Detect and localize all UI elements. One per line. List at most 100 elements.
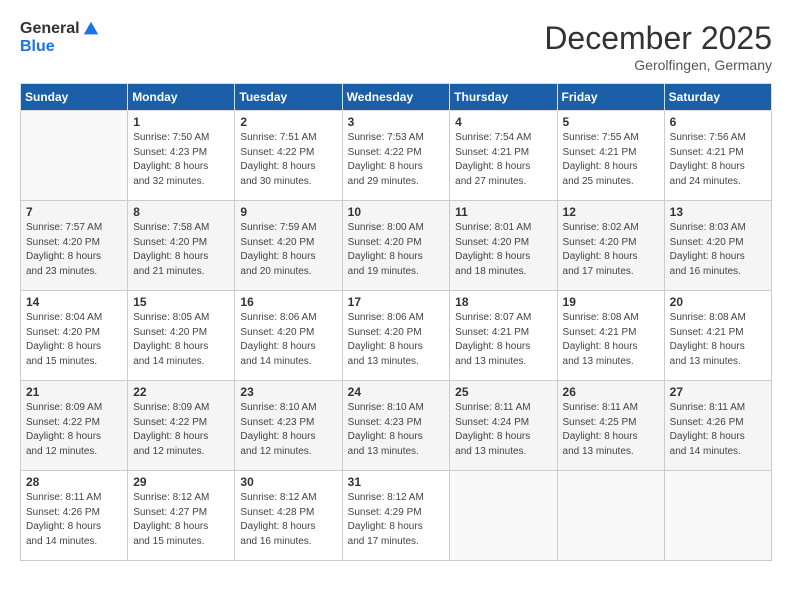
day-header-monday: Monday: [128, 84, 235, 111]
day-cell: 3 Sunrise: 7:53 AMSunset: 4:22 PMDaylight…: [342, 111, 450, 201]
day-detail: Sunrise: 8:10 AMSunset: 4:23 PMDaylight:…: [240, 401, 336, 459]
day-detail: Sunrise: 8:05 AMSunset: 4:20 PMDaylight:…: [133, 311, 229, 369]
day-number: 25: [455, 385, 551, 399]
day-detail: Sunrise: 8:12 AMSunset: 4:29 PMDaylight:…: [348, 491, 445, 549]
day-cell: 15 Sunrise: 8:05 AMSunset: 4:20 PMDayligh…: [128, 291, 235, 381]
day-number: 31: [348, 475, 445, 489]
day-number: 1: [133, 115, 229, 129]
week-row-2: 7 Sunrise: 7:57 AMSunset: 4:20 PMDaylight…: [21, 201, 772, 291]
day-detail: Sunrise: 8:11 AMSunset: 4:25 PMDaylight:…: [563, 401, 659, 459]
day-detail: Sunrise: 7:59 AMSunset: 4:20 PMDaylight:…: [240, 221, 336, 279]
day-number: 9: [240, 205, 336, 219]
day-detail: Sunrise: 7:54 AMSunset: 4:21 PMDaylight:…: [455, 131, 551, 189]
day-detail: Sunrise: 8:04 AMSunset: 4:20 PMDaylight:…: [26, 311, 122, 369]
day-detail: Sunrise: 8:09 AMSunset: 4:22 PMDaylight:…: [26, 401, 122, 459]
day-cell: 8 Sunrise: 7:58 AMSunset: 4:20 PMDaylight…: [128, 201, 235, 291]
day-header-friday: Friday: [557, 84, 664, 111]
day-detail: Sunrise: 8:03 AMSunset: 4:20 PMDaylight:…: [670, 221, 766, 279]
day-cell: 18 Sunrise: 8:07 AMSunset: 4:21 PMDayligh…: [450, 291, 557, 381]
day-number: 24: [348, 385, 445, 399]
day-cell: 1 Sunrise: 7:50 AMSunset: 4:23 PMDaylight…: [128, 111, 235, 201]
logo-blue: Blue: [20, 38, 100, 56]
day-cell: [21, 111, 128, 201]
day-number: 19: [563, 295, 659, 309]
day-cell: 2 Sunrise: 7:51 AMSunset: 4:22 PMDaylight…: [235, 111, 342, 201]
day-cell: 12 Sunrise: 8:02 AMSunset: 4:20 PMDayligh…: [557, 201, 664, 291]
day-number: 10: [348, 205, 445, 219]
day-cell: 28Sunrise: 8:11 AMSunset: 4:26 PMDayligh…: [21, 471, 128, 561]
day-cell: 26Sunrise: 8:11 AMSunset: 4:25 PMDayligh…: [557, 381, 664, 471]
header-row: SundayMondayTuesdayWednesdayThursdayFrid…: [21, 84, 772, 111]
day-cell: 10Sunrise: 8:00 AMSunset: 4:20 PMDayligh…: [342, 201, 450, 291]
day-detail: Sunrise: 8:06 AMSunset: 4:20 PMDaylight:…: [240, 311, 336, 369]
day-number: 15: [133, 295, 229, 309]
title-area: December 2025 Gerolfingen, Germany: [544, 20, 772, 73]
day-detail: Sunrise: 8:11 AMSunset: 4:24 PMDaylight:…: [455, 401, 551, 459]
day-number: 23: [240, 385, 336, 399]
day-cell: 9 Sunrise: 7:59 AMSunset: 4:20 PMDaylight…: [235, 201, 342, 291]
day-cell: 21Sunrise: 8:09 AMSunset: 4:22 PMDayligh…: [21, 381, 128, 471]
logo: General Blue: [20, 20, 100, 56]
day-number: 7: [26, 205, 122, 219]
day-number: 18: [455, 295, 551, 309]
day-detail: Sunrise: 7:57 AMSunset: 4:20 PMDaylight:…: [26, 221, 122, 279]
day-cell: 14 Sunrise: 8:04 AMSunset: 4:20 PMDayligh…: [21, 291, 128, 381]
day-number: 29: [133, 475, 229, 489]
day-detail: Sunrise: 8:09 AMSunset: 4:22 PMDaylight:…: [133, 401, 229, 459]
day-cell: 27 Sunrise: 8:11 AMSunset: 4:26 PMDayligh…: [664, 381, 771, 471]
week-row-3: 14 Sunrise: 8:04 AMSunset: 4:20 PMDayligh…: [21, 291, 772, 381]
day-number: 12: [563, 205, 659, 219]
day-detail: Sunrise: 8:08 AMSunset: 4:21 PMDaylight:…: [563, 311, 659, 369]
day-header-wednesday: Wednesday: [342, 84, 450, 111]
day-header-tuesday: Tuesday: [235, 84, 342, 111]
logo-general: General: [20, 20, 80, 38]
day-cell: 7 Sunrise: 7:57 AMSunset: 4:20 PMDaylight…: [21, 201, 128, 291]
day-detail: Sunrise: 8:01 AMSunset: 4:20 PMDaylight:…: [455, 221, 551, 279]
day-detail: Sunrise: 8:11 AMSunset: 4:26 PMDaylight:…: [670, 401, 766, 459]
day-detail: Sunrise: 7:51 AMSunset: 4:22 PMDaylight:…: [240, 131, 336, 189]
day-cell: 25 Sunrise: 8:11 AMSunset: 4:24 PMDayligh…: [450, 381, 557, 471]
day-number: 6: [670, 115, 766, 129]
day-cell: 31 Sunrise: 8:12 AMSunset: 4:29 PMDayligh…: [342, 471, 450, 561]
day-cell: 11Sunrise: 8:01 AMSunset: 4:20 PMDayligh…: [450, 201, 557, 291]
day-cell: [664, 471, 771, 561]
day-detail: Sunrise: 8:08 AMSunset: 4:21 PMDaylight:…: [670, 311, 766, 369]
day-cell: 5Sunrise: 7:55 AMSunset: 4:21 PMDaylight…: [557, 111, 664, 201]
day-header-saturday: Saturday: [664, 84, 771, 111]
day-number: 17: [348, 295, 445, 309]
day-detail: Sunrise: 7:55 AMSunset: 4:21 PMDaylight:…: [563, 131, 659, 189]
day-number: 16: [240, 295, 336, 309]
day-number: 14: [26, 295, 122, 309]
day-number: 28: [26, 475, 122, 489]
day-number: 4: [455, 115, 551, 129]
day-detail: Sunrise: 8:12 AMSunset: 4:28 PMDaylight:…: [240, 491, 336, 549]
day-cell: 16 Sunrise: 8:06 AMSunset: 4:20 PMDayligh…: [235, 291, 342, 381]
day-number: 2: [240, 115, 336, 129]
calendar-title: December 2025: [544, 20, 772, 57]
day-detail: Sunrise: 8:06 AMSunset: 4:20 PMDaylight:…: [348, 311, 445, 369]
day-cell: 23 Sunrise: 8:10 AMSunset: 4:23 PMDayligh…: [235, 381, 342, 471]
day-cell: 13Sunrise: 8:03 AMSunset: 4:20 PMDayligh…: [664, 201, 771, 291]
day-cell: [557, 471, 664, 561]
day-header-sunday: Sunday: [21, 84, 128, 111]
day-detail: Sunrise: 7:58 AMSunset: 4:20 PMDaylight:…: [133, 221, 229, 279]
day-number: 30: [240, 475, 336, 489]
day-detail: Sunrise: 8:02 AMSunset: 4:20 PMDaylight:…: [563, 221, 659, 279]
day-number: 3: [348, 115, 445, 129]
day-detail: Sunrise: 8:07 AMSunset: 4:21 PMDaylight:…: [455, 311, 551, 369]
day-cell: 24 Sunrise: 8:10 AMSunset: 4:23 PMDayligh…: [342, 381, 450, 471]
day-number: 8: [133, 205, 229, 219]
day-detail: Sunrise: 7:50 AMSunset: 4:23 PMDaylight:…: [133, 131, 229, 189]
day-cell: 30 Sunrise: 8:12 AMSunset: 4:28 PMDayligh…: [235, 471, 342, 561]
logo-icon: [82, 20, 100, 38]
week-row-4: 21Sunrise: 8:09 AMSunset: 4:22 PMDayligh…: [21, 381, 772, 471]
day-cell: 17 Sunrise: 8:06 AMSunset: 4:20 PMDayligh…: [342, 291, 450, 381]
day-cell: 29 Sunrise: 8:12 AMSunset: 4:27 PMDayligh…: [128, 471, 235, 561]
week-row-1: 1 Sunrise: 7:50 AMSunset: 4:23 PMDaylight…: [21, 111, 772, 201]
day-detail: Sunrise: 8:10 AMSunset: 4:23 PMDaylight:…: [348, 401, 445, 459]
day-number: 22: [133, 385, 229, 399]
day-number: 27: [670, 385, 766, 399]
day-detail: Sunrise: 7:53 AMSunset: 4:22 PMDaylight:…: [348, 131, 445, 189]
day-detail: Sunrise: 8:12 AMSunset: 4:27 PMDaylight:…: [133, 491, 229, 549]
day-cell: 4 Sunrise: 7:54 AMSunset: 4:21 PMDaylight…: [450, 111, 557, 201]
